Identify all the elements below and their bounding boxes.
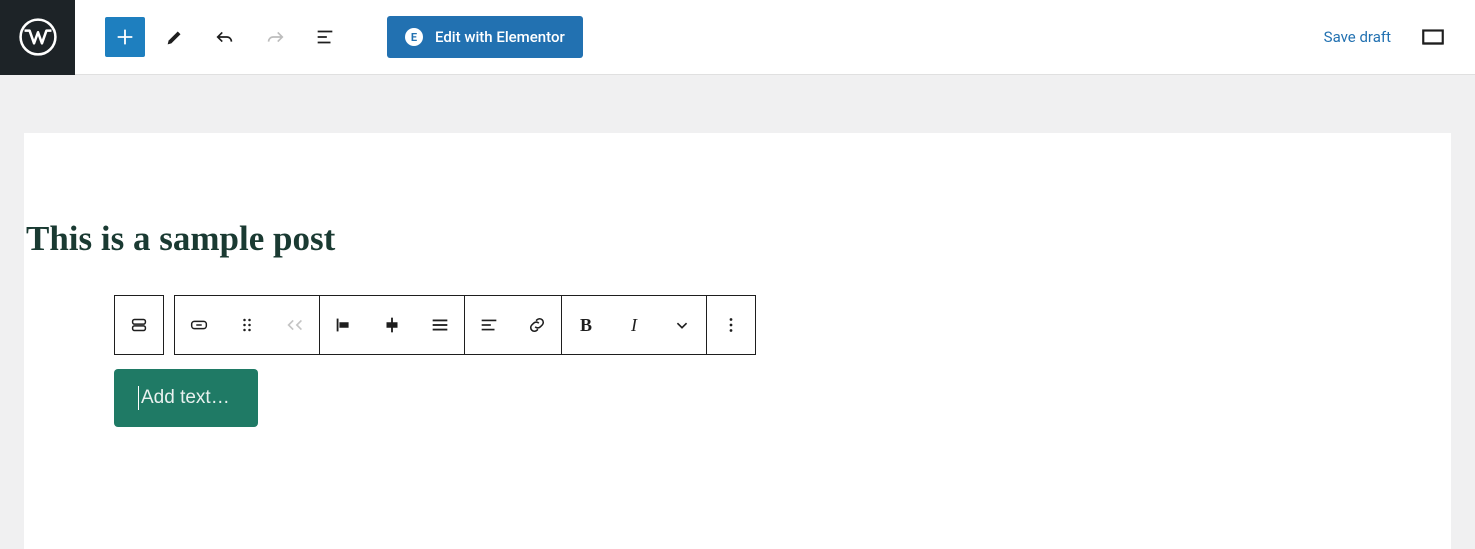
change-block-type-button[interactable] [175, 296, 223, 354]
chevron-down-icon [671, 314, 693, 336]
align-left-button[interactable] [320, 296, 368, 354]
wordpress-icon [19, 18, 57, 56]
wordpress-logo[interactable] [0, 0, 75, 75]
add-block-button[interactable] [105, 17, 145, 57]
undo-icon [214, 26, 236, 48]
elementor-label: Edit with Elementor [435, 28, 565, 46]
more-formatting-button[interactable] [658, 296, 706, 354]
toolbar-right: Save draft [1324, 17, 1475, 57]
button-icon [188, 314, 210, 336]
toolbar-group-align [320, 295, 465, 355]
button-placeholder: Add text… [141, 387, 230, 409]
chevron-left-icon [284, 314, 306, 336]
text-cursor [138, 386, 139, 410]
bold-button[interactable]: B [562, 296, 610, 354]
editor-top-bar: E Edit with Elementor Save draft [0, 0, 1475, 75]
block-toolbar: B I [114, 295, 1451, 355]
link-button[interactable] [513, 296, 561, 354]
select-parent-button[interactable] [115, 296, 163, 354]
toolbar-group-transform [174, 295, 320, 355]
italic-button[interactable]: I [610, 296, 658, 354]
edit-mode-button[interactable] [155, 17, 195, 57]
redo-button[interactable] [255, 17, 295, 57]
button-block[interactable]: Add text… [114, 369, 258, 427]
post-title[interactable]: This is a sample post [26, 219, 1451, 259]
redo-icon [264, 26, 286, 48]
undo-button[interactable] [205, 17, 245, 57]
save-draft-button[interactable]: Save draft [1324, 28, 1391, 46]
toolbar-left: E Edit with Elementor [75, 16, 583, 58]
text-align-button[interactable] [465, 296, 513, 354]
align-right-button[interactable] [416, 296, 464, 354]
align-right-icon [429, 314, 451, 336]
text-align-icon [478, 314, 500, 336]
document-overview-button[interactable] [305, 17, 345, 57]
list-view-icon [314, 26, 336, 48]
block-area: te [114, 295, 1451, 427]
link-icon [526, 314, 548, 336]
toolbar-group-options [707, 295, 756, 355]
drag-handle[interactable] [223, 296, 271, 354]
drag-icon [237, 315, 257, 335]
elementor-icon: E [405, 28, 423, 46]
toolbar-group-parent [114, 295, 164, 355]
align-left-icon [333, 314, 355, 336]
edit-with-elementor-button[interactable]: E Edit with Elementor [387, 16, 583, 58]
align-center-icon [381, 314, 403, 336]
toolbar-group-format: B I [562, 295, 707, 355]
align-center-button[interactable] [368, 296, 416, 354]
editor-canvas: This is a sample post te [24, 133, 1451, 549]
pencil-icon [164, 26, 186, 48]
more-vertical-icon [720, 314, 742, 336]
toolbar-group-text [465, 295, 562, 355]
block-options-button[interactable] [707, 296, 755, 354]
plus-icon [114, 26, 136, 48]
move-left-button[interactable] [271, 296, 319, 354]
preview-button[interactable] [1413, 17, 1453, 57]
desktop-icon [1420, 24, 1446, 50]
buttons-block-icon [128, 314, 150, 336]
